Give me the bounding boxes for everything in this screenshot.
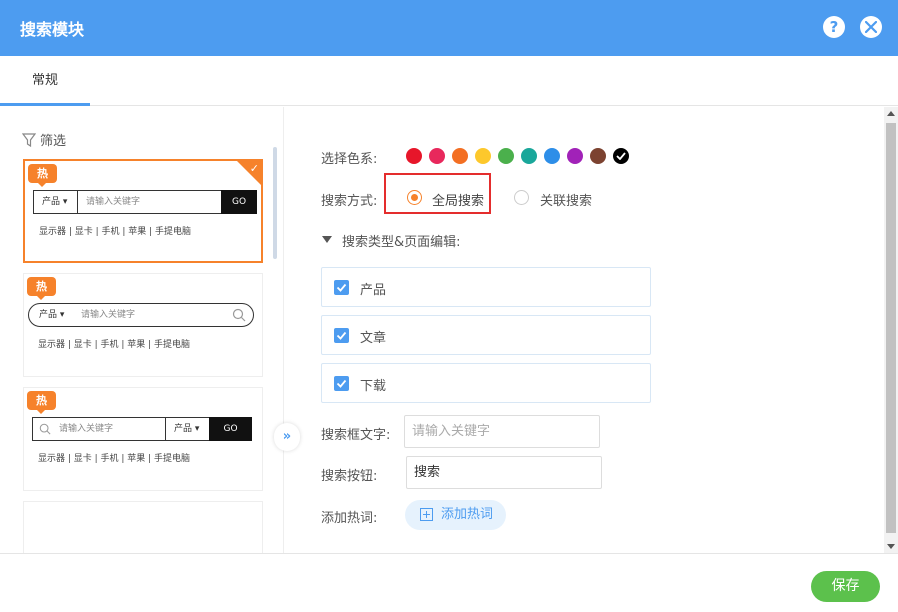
hot-badge: 热 xyxy=(27,391,56,414)
category-select: 产品 ▾ xyxy=(174,424,200,434)
type-label: 产品 xyxy=(360,283,387,298)
radio-global-search[interactable] xyxy=(407,190,422,205)
template-card-4[interactable] xyxy=(23,501,263,553)
check-icon xyxy=(336,283,347,292)
hotwords-preview: 显示器 | 显卡 | 手机 | 苹果 | 手提电脑 xyxy=(39,227,192,237)
color-swatch-teal[interactable] xyxy=(521,148,537,164)
check-icon: ✓ xyxy=(249,162,259,175)
color-label: 选择色系: xyxy=(321,152,378,167)
hot-badge: 热 xyxy=(28,164,57,187)
color-swatch-yellow[interactable] xyxy=(475,148,491,164)
go-button: GO xyxy=(209,417,252,441)
tab-bar: 常规 xyxy=(0,56,898,106)
button-text-input[interactable]: 搜索 xyxy=(406,456,602,489)
filter-icon xyxy=(21,133,37,148)
type-row-download[interactable]: 下载 xyxy=(321,363,651,403)
check-icon xyxy=(336,331,347,340)
main-scrollbar[interactable] xyxy=(884,107,898,553)
collapse-panel-button[interactable]: » xyxy=(274,423,300,451)
go-button: GO xyxy=(221,190,257,214)
template-panel: 筛选 ✓ 热 产品 ▾ 请输入关键字 GO 显示器 | 显卡 | 手机 | 苹果… xyxy=(0,107,300,553)
radio-related-search[interactable] xyxy=(514,190,529,205)
color-swatch-black[interactable] xyxy=(613,148,629,164)
color-swatch-green[interactable] xyxy=(498,148,514,164)
type-row-product[interactable]: 产品 xyxy=(321,267,651,307)
button-text-label: 搜索按钮: xyxy=(321,469,378,484)
save-button[interactable]: 保存 xyxy=(811,571,880,602)
radio-global-label[interactable]: 全局搜索 xyxy=(432,190,484,209)
type-label: 下载 xyxy=(360,379,387,394)
box-text-label: 搜索框文字: xyxy=(321,428,391,443)
add-hotword-label: 添加热词 xyxy=(441,507,494,522)
help-button[interactable]: ? xyxy=(823,16,845,38)
divider xyxy=(165,418,166,440)
help-icon: ? xyxy=(829,18,839,36)
hotwords-preview: 显示器 | 显卡 | 手机 | 苹果 | 手提电脑 xyxy=(38,340,191,350)
search-placeholder: 请输入关键字 xyxy=(59,424,114,434)
template-card-3[interactable]: 热 请输入关键字 产品 ▾ GO 显示器 | 显卡 | 手机 | 苹果 | 手提… xyxy=(23,387,263,491)
add-hotword-button[interactable]: 添加热词 xyxy=(405,500,506,530)
box-text-input[interactable]: 请输入关键字 xyxy=(404,415,600,448)
category-select: 产品 ▾ xyxy=(39,310,65,320)
search-preview: 请输入关键字 产品 ▾ GO xyxy=(32,417,252,441)
color-swatch-pink[interactable] xyxy=(429,148,445,164)
type-label: 文章 xyxy=(360,331,387,346)
scroll-down-icon[interactable] xyxy=(887,544,895,549)
search-placeholder: 请输入关键字 xyxy=(81,310,136,320)
scrollbar-thumb[interactable] xyxy=(886,123,896,533)
filter-label: 筛选 xyxy=(40,134,67,149)
color-swatch-red[interactable] xyxy=(406,148,422,164)
section-toggle[interactable]: 搜索类型&页面编辑: xyxy=(342,231,461,250)
color-swatch-orange[interactable] xyxy=(452,148,468,164)
search-preview: 产品 ▾ 请输入关键字 GO xyxy=(33,190,257,214)
template-card-1[interactable]: ✓ 热 产品 ▾ 请输入关键字 GO 显示器 | 显卡 | 手机 | 苹果 | … xyxy=(23,159,263,263)
template-scrollbar[interactable] xyxy=(273,147,277,259)
caret-down-icon[interactable] xyxy=(322,236,332,243)
dialog-title: 搜索模块 xyxy=(20,20,85,39)
filter-control[interactable]: 筛选 xyxy=(21,130,67,149)
plus-icon xyxy=(420,508,433,521)
radio-related-label[interactable]: 关联搜索 xyxy=(540,190,592,209)
color-swatch-purple[interactable] xyxy=(567,148,583,164)
template-card-2[interactable]: 热 产品 ▾ 请输入关键字 显示器 | 显卡 | 手机 | 苹果 | 手提电脑 xyxy=(23,273,263,377)
search-preview: 产品 ▾ 请输入关键字 xyxy=(28,303,254,327)
checkbox-product[interactable] xyxy=(334,280,349,295)
dialog-header: 搜索模块 ? xyxy=(0,0,898,56)
scroll-up-icon[interactable] xyxy=(887,111,895,116)
hotwords-preview: 显示器 | 显卡 | 手机 | 苹果 | 手提电脑 xyxy=(38,454,191,464)
close-icon xyxy=(865,21,877,33)
color-swatch-brown[interactable] xyxy=(590,148,606,164)
search-placeholder: 请输入关键字 xyxy=(86,197,141,207)
close-button[interactable] xyxy=(860,16,882,38)
category-select: 产品 ▾ xyxy=(42,197,68,207)
dialog-footer: 保存 xyxy=(0,553,898,612)
search-icon xyxy=(232,308,246,322)
hotword-label: 添加热词: xyxy=(321,511,378,526)
check-icon xyxy=(616,152,626,160)
divider xyxy=(77,191,78,213)
search-icon xyxy=(39,423,51,435)
type-row-article[interactable]: 文章 xyxy=(321,315,651,355)
hot-badge: 热 xyxy=(27,277,56,300)
checkbox-download[interactable] xyxy=(334,376,349,391)
check-icon xyxy=(336,379,347,388)
mode-label: 搜索方式: xyxy=(321,194,378,209)
tab-general[interactable]: 常规 xyxy=(0,56,90,106)
checkbox-article[interactable] xyxy=(334,328,349,343)
color-swatch-blue[interactable] xyxy=(544,148,560,164)
